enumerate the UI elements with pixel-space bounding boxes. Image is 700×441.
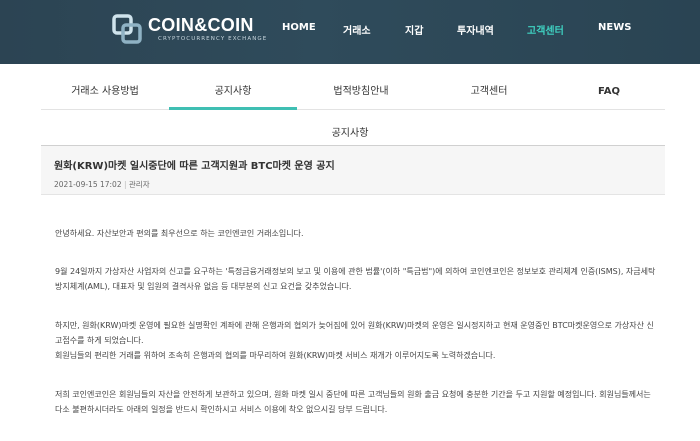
post-title: 원화(KRW)마켓 일시중단에 따른 고객지원과 BTC마켓 운영 공지 [54, 161, 335, 172]
nav-investment-history[interactable]: 투자내역 [457, 22, 494, 37]
tab-notices[interactable]: 공지사항 [169, 76, 297, 110]
logo[interactable]: COIN&COIN CRYPTOCURRENCY EXCHANGE [112, 12, 267, 46]
meta-separator: | [123, 180, 127, 189]
post-paragraph: 저희 코인엔코인은 회원님들의 자산을 안전하게 보관하고 있으며, 원화 마켓… [55, 390, 651, 414]
logo-subtitle: CRYPTOCURRENCY EXCHANGE [158, 36, 268, 42]
nav-customer-center[interactable]: 고객센터 [527, 22, 564, 37]
post-meta: 2021-09-15 17:02 | 관리자 [54, 179, 150, 190]
section-title: 공지사항 [331, 128, 369, 139]
post-paragraph: 하지만, 원화(KRW)마켓 운영에 필요한 실명확인 계좌에 관해 은행과의 … [55, 321, 654, 345]
tab-customer-center[interactable]: 고객센터 [425, 76, 553, 110]
nav-news[interactable]: NEWS [598, 22, 631, 33]
post-paragraph: 안녕하세요. 자산보안과 편의를 최우선으로 하는 코인엔코인 거래소입니다. [55, 229, 304, 238]
sub-tabs: 거래소 사용방법 공지사항 법적방침안내 고객센터 FAQ [41, 76, 665, 110]
post-paragraph: 회원님들의 편리한 거래를 위하여 조속히 은행과의 협의를 마무리하여 원화(… [55, 351, 496, 360]
post-header: 원화(KRW)마켓 일시중단에 따른 고객지원과 BTC마켓 운영 공지 202… [41, 146, 665, 195]
post-body: 안녕하세요. 자산보안과 편의를 최우선으로 하는 코인엔코인 거래소입니다. … [41, 196, 665, 441]
post-date: 2021-09-15 17:02 [54, 180, 122, 189]
tab-exchange-guide[interactable]: 거래소 사용방법 [41, 76, 169, 110]
tab-faq[interactable]: FAQ [553, 76, 665, 110]
logo-title: COIN&COIN [148, 15, 254, 35]
nav-wallet[interactable]: 지갑 [405, 22, 423, 37]
nav-exchange[interactable]: 거래소 [343, 22, 371, 37]
tab-legal-policy[interactable]: 법적방침안내 [297, 76, 425, 110]
post-author: 관리자 [128, 180, 150, 189]
logo-mark-icon [112, 14, 142, 44]
nav-home[interactable]: HOME [282, 22, 316, 33]
post-paragraph: 9월 24일까지 가상자산 사업자의 신고를 요구하는 '특정금융거래정보의 보… [55, 267, 656, 291]
site-header: COIN&COIN CRYPTOCURRENCY EXCHANGE HOME 거… [0, 0, 700, 64]
